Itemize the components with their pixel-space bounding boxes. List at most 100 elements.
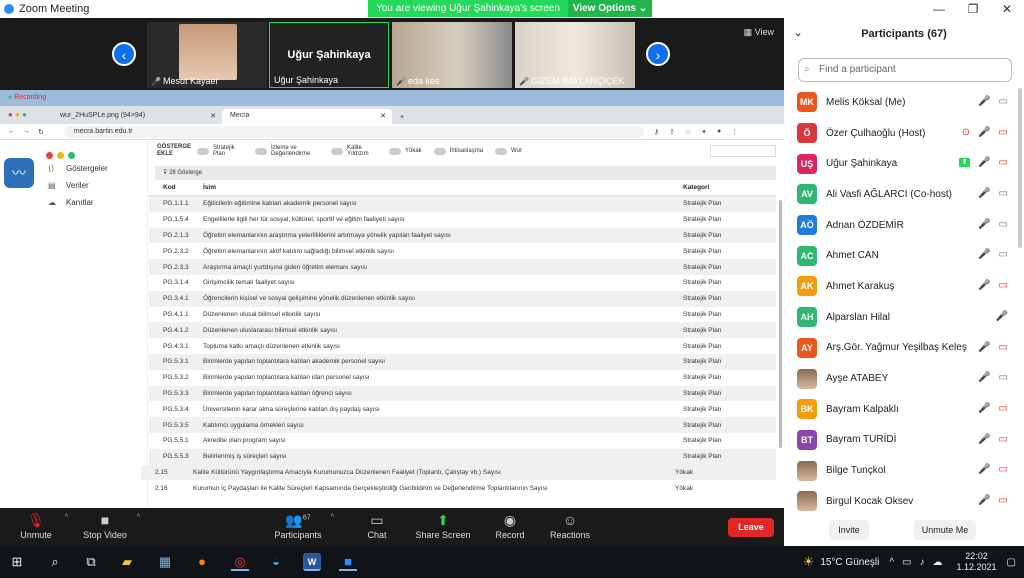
caret-up-icon[interactable]: ^ bbox=[331, 514, 334, 521]
store-icon[interactable]: ▦ bbox=[156, 553, 174, 571]
cloud-icon[interactable]: ☁ bbox=[933, 557, 943, 568]
firefox-icon[interactable]: ● bbox=[193, 553, 211, 571]
zoom-icon[interactable]: ■ bbox=[339, 553, 357, 571]
participant-row[interactable]: BK Bayram Kalpaklı 🎤 ▭ bbox=[784, 394, 1024, 425]
table-row[interactable]: PG.2.3.2 Öğretim elemanlarının aktif katı… bbox=[149, 243, 776, 259]
notification-icon[interactable]: ▢ bbox=[1007, 557, 1016, 568]
toggle-switch[interactable] bbox=[197, 147, 209, 155]
key-icon[interactable]: ⚷ bbox=[654, 128, 659, 136]
participant-row[interactable]: MK Melis Köksal (Me) 🎤 ▭ bbox=[784, 87, 1024, 118]
view-button[interactable]: ▦ View bbox=[744, 27, 774, 38]
stop-video-button[interactable]: ■ Stop Video ^ bbox=[80, 512, 140, 540]
toggle-switch[interactable] bbox=[331, 147, 343, 155]
edge-icon[interactable]: ◒ bbox=[267, 553, 285, 571]
table-row[interactable]: PG.2.3.3 Araştırma amaçlı yurtdışına gide… bbox=[149, 259, 776, 275]
video-tile[interactable]: 🎤 eda kes bbox=[392, 22, 512, 88]
participant-row[interactable]: Bilge Tunçkol 🎤 ▭ bbox=[784, 455, 1024, 486]
participant-scrollbar[interactable] bbox=[1018, 88, 1022, 248]
video-tile[interactable]: 🎤 Mesut Kayaer bbox=[147, 22, 267, 88]
browser-tab-active[interactable]: Mecra ✕ bbox=[222, 109, 392, 124]
menu-icon[interactable]: ⋮ bbox=[731, 128, 738, 136]
sidebar-item-veriler[interactable]: ▤ Veriler bbox=[40, 177, 147, 194]
forward-icon[interactable]: → bbox=[23, 128, 30, 135]
toggle-kalite[interactable]: Kalite Yıldızım bbox=[331, 145, 377, 157]
participant-row[interactable]: BT Bayram TURİDİ 🎤 ▭ bbox=[784, 425, 1024, 456]
toggle-switch[interactable] bbox=[389, 147, 401, 155]
caret-up-icon[interactable]: ^ bbox=[65, 514, 68, 521]
column-header-category[interactable]: Kategori bbox=[683, 184, 763, 191]
table-row[interactable]: PG.4.1.2 Düzenlenen uluslararası bilimsel… bbox=[149, 322, 776, 339]
video-tile-active[interactable]: Uğur Şahinkaya Uğur Şahinkaya bbox=[269, 22, 389, 88]
table-row[interactable]: PG.5.3.4 Üniversitenin karar alma süreçle… bbox=[149, 401, 776, 417]
invite-button[interactable]: Invite bbox=[829, 520, 869, 540]
profile-icon[interactable]: ● bbox=[717, 128, 721, 135]
reload-icon[interactable]: ↻ bbox=[38, 128, 44, 136]
table-row[interactable]: PG.5.3.2 Birimlerde yapılan toplantılara … bbox=[149, 370, 776, 386]
participant-row[interactable]: Ö Özer Çulhaoğlu (Host) ⊙ 🎤 ▭ bbox=[784, 118, 1024, 149]
table-row[interactable]: PG.1.1.1 Eğiticilerin eğitimine katılan a… bbox=[149, 196, 776, 212]
next-page-button[interactable]: › bbox=[646, 42, 670, 66]
word-icon[interactable]: W bbox=[303, 553, 321, 571]
weather-text[interactable]: 15°C Güneşli bbox=[820, 557, 879, 568]
participant-row[interactable]: AC Ahmet CAN 🎤 ▭ bbox=[784, 240, 1024, 271]
task-view-icon[interactable]: ⧉ bbox=[82, 553, 100, 571]
browser-tab[interactable]: wur_2HuSPLe.png (94×94) ✕ bbox=[52, 109, 222, 124]
toggle-switch[interactable] bbox=[255, 147, 267, 155]
toggle-yokak[interactable]: Yökak bbox=[389, 147, 422, 155]
participant-row[interactable]: Birgul Kocak Oksev 🎤 ▭ bbox=[784, 486, 1024, 517]
column-header-name[interactable]: İsim bbox=[203, 184, 683, 191]
toggle-ihtisaslasma[interactable]: İhtisaslaşma bbox=[433, 147, 483, 155]
chat-button[interactable]: ▭ Chat bbox=[362, 512, 392, 540]
clock[interactable]: 22:02 1.12.2021 bbox=[957, 551, 997, 573]
caret-up-icon[interactable]: ^ bbox=[137, 514, 140, 521]
table-row[interactable]: 2.16 Kurumun İç Paydaşları ile Kalite Sür… bbox=[141, 480, 776, 496]
windows-start-icon[interactable]: ⊞ bbox=[8, 553, 26, 571]
toggle-stratejik-plan[interactable]: Stratejik Plan bbox=[197, 145, 243, 157]
toggle-izleme[interactable]: İzleme ve Değerlendirme bbox=[255, 145, 319, 157]
close-button[interactable]: ✕ bbox=[990, 0, 1024, 18]
close-tab-icon[interactable]: ✕ bbox=[210, 112, 216, 120]
toggle-wur[interactable]: Wur bbox=[495, 147, 522, 155]
view-options-button[interactable]: View Options ⌄ bbox=[568, 0, 652, 17]
close-tab-icon[interactable]: ✕ bbox=[380, 112, 386, 120]
new-tab-button[interactable]: + bbox=[392, 111, 412, 124]
column-header-code[interactable]: Kod bbox=[163, 184, 203, 191]
back-icon[interactable]: ← bbox=[8, 128, 15, 135]
url-field[interactable]: mecra.bartin.edu.tr bbox=[63, 125, 644, 138]
file-explorer-icon[interactable]: ▰ bbox=[118, 553, 136, 571]
toggle-switch[interactable] bbox=[495, 147, 508, 155]
table-row[interactable]: PG.1.5.4 Engellilerle ilgili her tür sosy… bbox=[149, 212, 776, 228]
minimize-button[interactable]: — bbox=[922, 0, 956, 18]
table-row[interactable]: PG.4.3.1 Topluma katkı amaçlı düzenlenen … bbox=[149, 338, 776, 354]
share-icon[interactable]: ⇪ bbox=[669, 128, 675, 136]
speaker-icon[interactable]: ♪ bbox=[920, 557, 925, 568]
participant-row[interactable]: UŞ Uğur Şahinkaya ⬆ 🎤 ▭ bbox=[784, 148, 1024, 179]
chart-app-icon[interactable]: 〰 bbox=[4, 158, 34, 188]
sidebar-item-kanitlar[interactable]: ☁ Kanıtlar bbox=[40, 194, 147, 211]
table-scrollbar[interactable] bbox=[779, 200, 782, 448]
reactions-button[interactable]: ☺ Reactions bbox=[548, 512, 592, 540]
unmute-me-button[interactable]: Unmute Me bbox=[914, 520, 976, 540]
extensions-icon[interactable]: ✦ bbox=[701, 128, 707, 136]
table-row[interactable]: PG.5.5.1 Akredite olan program sayısı Stra… bbox=[149, 433, 776, 449]
table-row[interactable]: PG.2.1.3 Öğretim elemanlarının araştırma … bbox=[149, 227, 776, 244]
leave-button[interactable]: Leave bbox=[728, 518, 774, 537]
table-row[interactable]: PG.5.3.5 Katılımcı uygulama örnekleri say… bbox=[149, 417, 776, 433]
unmute-button[interactable]: 🎙 Unmute ^ bbox=[14, 512, 68, 540]
chevron-up-icon[interactable]: ^ bbox=[889, 557, 894, 568]
participant-row[interactable]: Ayşe ATABEY 🎤 ▭ bbox=[784, 363, 1024, 394]
add-indicator-label[interactable]: GÖSTERGE EKLE bbox=[157, 144, 197, 158]
filter-icon[interactable]: ⊽ bbox=[163, 170, 167, 176]
chrome-icon[interactable]: ◎ bbox=[231, 553, 249, 571]
table-row[interactable]: PG.3.1.4 Girişimcilik temalı faaliyet say… bbox=[149, 275, 776, 291]
video-tile[interactable]: 🎤 GİZEM BAYLANÇIÇEK bbox=[515, 22, 635, 88]
network-icon[interactable]: ▭ bbox=[902, 557, 911, 568]
table-row[interactable]: PG.5.5.3 Belirlenmiş iş süreçleri sayısı S… bbox=[149, 448, 776, 465]
table-row[interactable]: PG.5.3.3 Birimlerde yapılan toplantılara … bbox=[149, 385, 776, 402]
participant-row[interactable]: AÖ Adnan ÖZDEMİR 🎤 ▭ bbox=[784, 210, 1024, 241]
share-screen-button[interactable]: ⬆ Share Screen bbox=[414, 512, 472, 540]
table-row[interactable]: PG.4.1.1 Düzenlenen ulusal bilimsel etkin… bbox=[149, 307, 776, 323]
chevron-down-icon[interactable]: ⌄ bbox=[794, 18, 802, 50]
table-row[interactable]: PG.5.3.1 Birimlerde yapılan toplantılara … bbox=[149, 353, 776, 370]
search-icon[interactable]: ⌕ bbox=[46, 553, 64, 571]
